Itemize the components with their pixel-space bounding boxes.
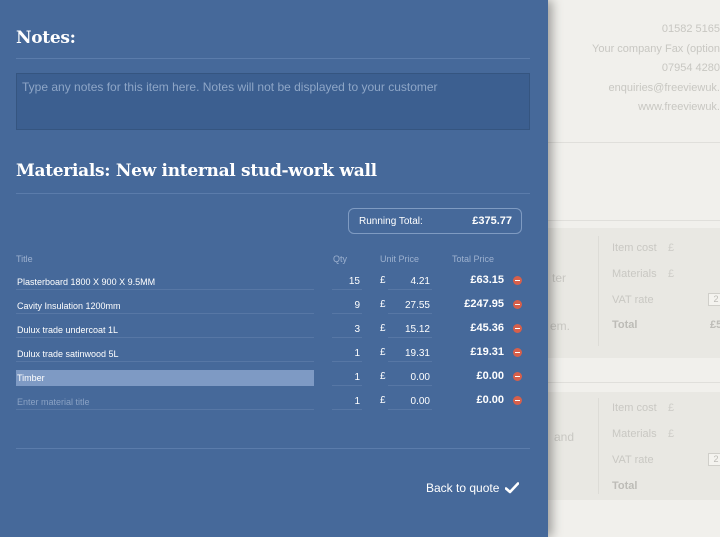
remove-row-icon[interactable] [513, 396, 522, 405]
material-title-input[interactable] [16, 274, 314, 290]
material-total-price: £19.31 [470, 346, 504, 358]
material-qty-input[interactable] [332, 394, 362, 410]
remove-row-icon[interactable] [513, 276, 522, 285]
material-unit-price-input[interactable] [388, 346, 432, 362]
checkmark-icon [505, 482, 520, 497]
background-cost-card: and Item cost £ Materials £ VAT rate 2 T… [548, 392, 720, 500]
material-qty-input[interactable] [332, 370, 362, 386]
material-title-input[interactable] [16, 322, 314, 338]
currency-symbol: £ [380, 323, 386, 334]
contact-website: www.freeviewuk. [638, 101, 720, 113]
item-cost-currency: £ [668, 242, 675, 254]
remove-row-icon[interactable] [513, 372, 522, 381]
running-total-label: Running Total: [359, 216, 423, 227]
material-row: £ £45.36 [0, 322, 548, 346]
material-qty-input[interactable] [332, 274, 362, 290]
notes-textarea[interactable] [17, 74, 529, 129]
card-divider [598, 236, 599, 346]
total-label: Total [612, 480, 638, 492]
remove-row-icon[interactable] [513, 300, 522, 309]
material-total-price: £247.95 [464, 298, 504, 310]
contact-fax: Your company Fax (option [592, 42, 720, 55]
card-divider [598, 398, 599, 494]
vat-rate-label: VAT rate [612, 454, 654, 466]
vat-rate-label: VAT rate [612, 294, 654, 306]
running-total-badge: Running Total: £375.77 [348, 208, 522, 234]
material-unit-price-input[interactable] [388, 322, 432, 338]
material-row: £ £0.00 [0, 370, 548, 394]
material-title-input[interactable] [16, 370, 314, 386]
material-title-input[interactable] [16, 394, 314, 410]
column-header-total-price: Total Price [452, 254, 495, 264]
item-cost-label: Item cost [612, 242, 657, 254]
currency-symbol: £ [380, 371, 386, 382]
material-qty-input[interactable] [332, 346, 362, 362]
material-row: £ £247.95 [0, 298, 548, 322]
material-unit-price-input[interactable] [388, 370, 432, 386]
material-unit-price-input[interactable] [388, 394, 432, 410]
item-cost-currency: £ [668, 402, 675, 414]
background-text-fragment: ter [552, 271, 567, 285]
vat-rate-select: 2 [708, 293, 720, 306]
material-title-input[interactable] [16, 298, 314, 314]
materials-panel: Notes: Materials: New internal stud-work… [0, 0, 548, 537]
divider [16, 448, 530, 449]
currency-symbol: £ [380, 275, 386, 286]
contact-mobile: 07954 4280 [661, 62, 720, 74]
material-title-input[interactable] [16, 346, 314, 362]
currency-symbol: £ [380, 395, 386, 406]
vat-rate-select: 2 [708, 453, 720, 466]
materials-label: Materials [612, 428, 657, 440]
notes-heading: Notes: [16, 28, 76, 48]
background-divider [548, 142, 720, 143]
back-to-quote-button[interactable]: Back to quote [426, 481, 520, 497]
material-qty-input[interactable] [332, 298, 362, 314]
material-row: £ £19.31 [0, 346, 548, 370]
material-qty-input[interactable] [332, 322, 362, 338]
material-total-price: £63.15 [470, 274, 504, 286]
background-cost-card: ter em. Item cost £ Materials £ VAT rate… [548, 228, 720, 358]
total-value: £5 [710, 319, 720, 331]
background-divider [548, 220, 720, 221]
column-header-qty: Qty [333, 254, 348, 264]
background-text-fragment: em. [550, 319, 571, 333]
materials-label: Materials [612, 268, 657, 280]
remove-row-icon[interactable] [513, 348, 522, 357]
running-total-value: £375.77 [472, 215, 512, 227]
remove-row-icon[interactable] [513, 324, 522, 333]
materials-currency: £ [668, 428, 675, 440]
materials-heading: Materials: New internal stud-work wall [16, 161, 377, 181]
company-contact: 01582 5165 Your company Fax (option 0795… [592, 20, 720, 118]
contact-email: enquiries@freeviewuk. [608, 81, 720, 94]
material-unit-price-input[interactable] [388, 298, 432, 314]
divider [16, 193, 530, 194]
notes-field-wrapper [16, 73, 530, 130]
background-divider [548, 382, 720, 383]
material-row: £ £63.15 [0, 274, 548, 298]
material-total-price: £0.00 [476, 394, 504, 406]
back-to-quote-label: Back to quote [426, 481, 500, 495]
contact-phone: 01582 5165 [661, 23, 720, 35]
column-header-unit-price: Unit Price [380, 254, 420, 264]
divider [16, 58, 530, 59]
item-cost-label: Item cost [612, 402, 657, 414]
material-total-price: £0.00 [476, 370, 504, 382]
total-label: Total [612, 319, 638, 331]
currency-symbol: £ [380, 299, 386, 310]
currency-symbol: £ [380, 347, 386, 358]
material-row-new: £ £0.00 [0, 394, 548, 418]
material-total-price: £45.36 [470, 322, 504, 334]
column-header-title: Title [16, 254, 33, 264]
materials-currency: £ [668, 268, 675, 280]
background-text-fragment: and [554, 430, 575, 444]
material-unit-price-input[interactable] [388, 274, 432, 290]
